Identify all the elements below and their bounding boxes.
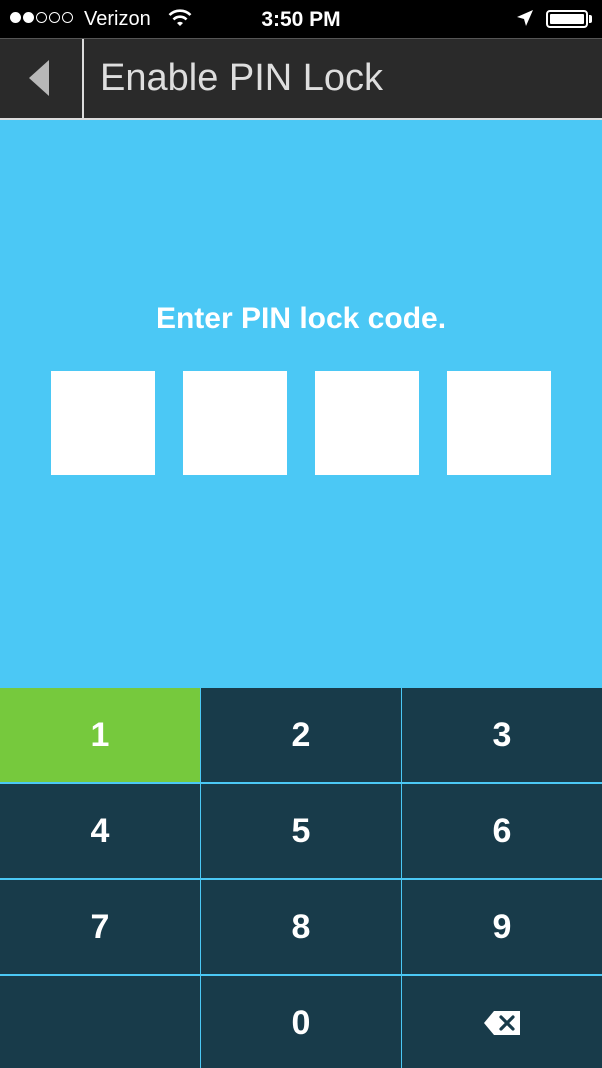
- pin-digit-box-2: [183, 371, 287, 475]
- key-0[interactable]: 0: [201, 976, 401, 1068]
- status-bar: Verizon 3:50 PM: [0, 0, 602, 38]
- key-blank: [0, 976, 200, 1068]
- back-button[interactable]: [0, 39, 84, 119]
- numeric-keypad: 1 2 3 4 5 6 7 8 9 0: [0, 686, 602, 1068]
- key-2[interactable]: 2: [201, 688, 401, 782]
- nav-bar: Enable PIN Lock: [0, 38, 602, 120]
- pin-digit-box-3: [315, 371, 419, 475]
- key-3[interactable]: 3: [402, 688, 602, 782]
- back-arrow-icon: [29, 60, 49, 96]
- key-9[interactable]: 9: [402, 880, 602, 974]
- backspace-icon: [484, 1011, 520, 1035]
- key-5[interactable]: 5: [201, 784, 401, 878]
- key-7[interactable]: 7: [0, 880, 200, 974]
- pin-entry-area: Enter PIN lock code.: [0, 120, 602, 686]
- pin-prompt: Enter PIN lock code.: [155, 302, 447, 335]
- backspace-button[interactable]: [402, 976, 602, 1068]
- pin-digit-box-1: [51, 371, 155, 475]
- key-1[interactable]: 1: [0, 688, 200, 782]
- key-8[interactable]: 8: [201, 880, 401, 974]
- battery-tip: [589, 15, 592, 23]
- status-time: 3:50 PM: [261, 8, 341, 31]
- key-4[interactable]: 4: [0, 784, 200, 878]
- key-6[interactable]: 6: [402, 784, 602, 878]
- page-title: Enable PIN Lock: [100, 57, 384, 99]
- location-arrow-icon: [516, 9, 534, 33]
- screen: Verizon 3:50 PM Enable PIN Lock Enter PI…: [0, 0, 602, 1068]
- pin-digit-box-4: [447, 371, 551, 475]
- battery-icon: [546, 10, 588, 28]
